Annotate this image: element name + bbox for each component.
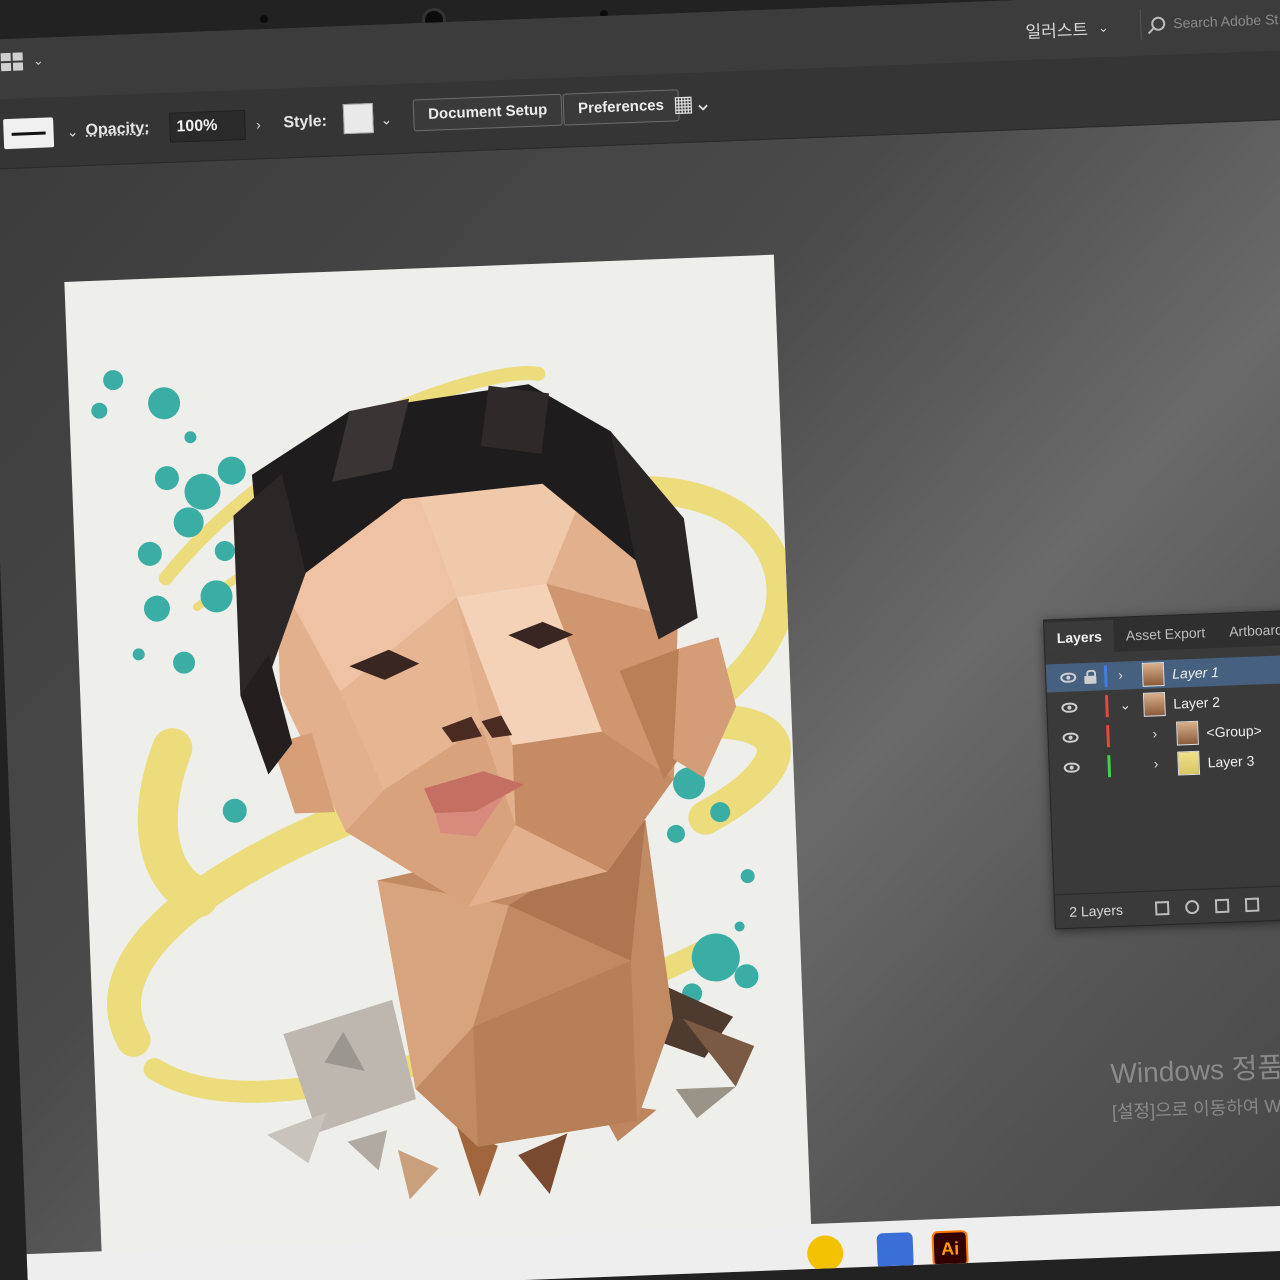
document-setup-button[interactable]: Document Setup bbox=[412, 93, 563, 132]
workspace-menu-label: 일러스트 bbox=[1025, 20, 1089, 42]
chevron-down-icon[interactable]: ⌄ bbox=[61, 118, 84, 145]
chevron-right-icon[interactable]: › bbox=[247, 111, 270, 138]
tab-artboards[interactable]: Artboards bbox=[1217, 621, 1280, 648]
ear bbox=[673, 637, 737, 778]
style-label: Style: bbox=[283, 112, 328, 132]
illustrator-icon[interactable]: Ai bbox=[931, 1229, 969, 1268]
arrange-documents-icon[interactable]: ▦⌄ bbox=[672, 90, 712, 117]
watermark-subtitle: [설정]으로 이동하여 W bbox=[1111, 1095, 1280, 1123]
chevron-right-icon[interactable]: › bbox=[1118, 667, 1123, 683]
visibility-eye-icon[interactable] bbox=[1060, 672, 1077, 683]
layer-color-bar bbox=[1103, 665, 1108, 688]
export-icon[interactable] bbox=[1154, 900, 1170, 916]
kakaotalk-icon[interactable] bbox=[806, 1234, 844, 1273]
stroke-profile-swatch[interactable] bbox=[3, 117, 55, 150]
workspace-grid-icon bbox=[0, 52, 24, 72]
layer-thumbnail bbox=[1142, 691, 1166, 717]
watermark-title: Windows 정품 인 bbox=[1109, 1050, 1280, 1090]
lock-icon[interactable] bbox=[1084, 670, 1097, 684]
clipping-mask-icon[interactable] bbox=[1214, 898, 1230, 914]
chevron-down-icon: ⌄ bbox=[32, 52, 45, 68]
chevron-down-icon[interactable]: ⌄ bbox=[375, 106, 398, 133]
layer-count: 2 Layers bbox=[1068, 901, 1124, 920]
panel-tabs: Layers Asset Export Artboards bbox=[1044, 608, 1280, 655]
layer-thumbnail bbox=[1177, 750, 1201, 776]
layer-thumbnail bbox=[1141, 662, 1165, 687]
search-stock-input[interactable]: Search Adobe St bbox=[1139, 1, 1280, 40]
opacity-label[interactable]: Opacity: bbox=[85, 120, 150, 140]
panel-footer: 2 Layers bbox=[1054, 882, 1280, 929]
opacity-field[interactable]: 100% bbox=[168, 109, 247, 143]
locate-object-icon[interactable] bbox=[1184, 899, 1200, 915]
notepad-icon[interactable] bbox=[876, 1232, 914, 1270]
layer-color-bar bbox=[1107, 755, 1112, 778]
bezel-sensor bbox=[260, 15, 268, 23]
visibility-eye-icon[interactable] bbox=[1061, 702, 1078, 713]
new-sublayer-icon[interactable] bbox=[1244, 897, 1260, 913]
search-placeholder: Search Adobe St bbox=[1172, 11, 1279, 32]
search-icon bbox=[1150, 16, 1166, 32]
screen: ⌄ 일러스트 ⌄ Search Adobe St ⌄ Opacity: 100%… bbox=[0, 0, 1280, 1280]
layer-name[interactable]: Layer 2 bbox=[1173, 694, 1220, 712]
portrait-artwork bbox=[91, 366, 795, 1200]
artboard[interactable] bbox=[64, 254, 813, 1280]
tab-asset-export[interactable]: Asset Export bbox=[1114, 624, 1218, 652]
workspace-menu[interactable]: 일러스트 ⌄ bbox=[1025, 15, 1109, 43]
layer-name[interactable]: Layer 1 bbox=[1172, 664, 1219, 682]
layer-color-bar bbox=[1106, 725, 1110, 748]
chevron-right-icon[interactable]: › bbox=[1153, 755, 1158, 771]
preferences-button[interactable]: Preferences bbox=[562, 89, 680, 126]
visibility-eye-icon[interactable] bbox=[1063, 762, 1080, 773]
tab-layers[interactable]: Layers bbox=[1044, 619, 1115, 655]
layer-name[interactable]: <Group> bbox=[1206, 722, 1262, 740]
layer-color-bar bbox=[1104, 695, 1109, 718]
layer-name[interactable]: Layer 3 bbox=[1207, 753, 1254, 771]
chevron-right-icon[interactable]: › bbox=[1152, 725, 1157, 741]
chevron-down-icon: ⌄ bbox=[1097, 19, 1110, 35]
layers-panel: Layers Asset Export Artboards › Layer 1 … bbox=[1043, 607, 1280, 930]
chevron-down-icon[interactable]: ⌄ bbox=[1119, 696, 1131, 713]
workspace-switcher[interactable]: ⌄ bbox=[0, 52, 45, 72]
layer-thumbnail bbox=[1176, 720, 1199, 746]
windows-activation-watermark: Windows 정품 인 [설정]으로 이동하여 W bbox=[1110, 1044, 1280, 1124]
style-swatch[interactable] bbox=[342, 102, 374, 135]
visibility-eye-icon[interactable] bbox=[1062, 732, 1079, 743]
